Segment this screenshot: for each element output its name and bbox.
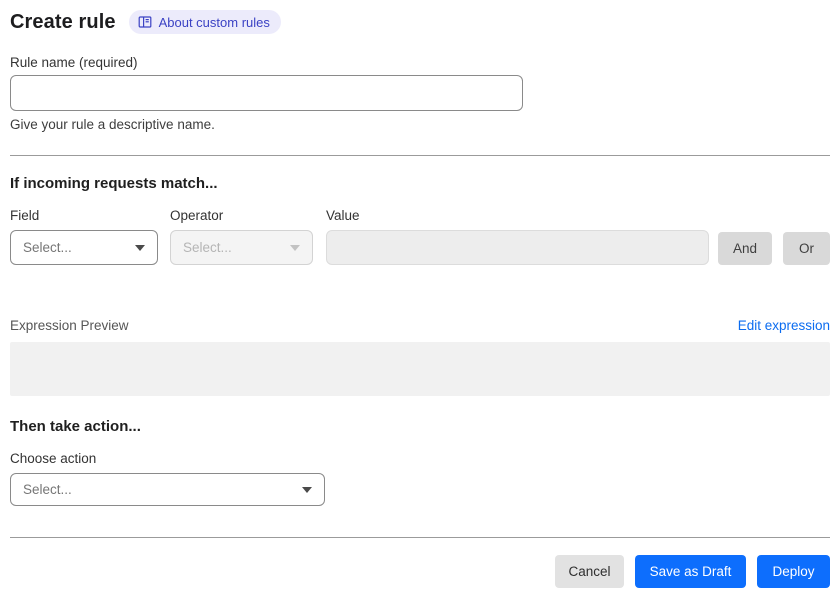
page-title: Create rule xyxy=(10,10,116,33)
match-section-heading: If incoming requests match... xyxy=(10,175,218,192)
section-divider-top xyxy=(10,155,830,156)
chevron-down-icon xyxy=(135,244,145,251)
expression-preview-box xyxy=(10,342,830,396)
choose-action-select-value: Select... xyxy=(23,482,72,497)
deploy-button[interactable]: Deploy xyxy=(757,555,830,588)
about-custom-rules-badge[interactable]: About custom rules xyxy=(128,10,281,34)
page-header: Create rule About custom rules xyxy=(10,10,830,34)
rule-name-help-text: Give your rule a descriptive name. xyxy=(10,117,215,132)
rule-name-label: Rule name (required) xyxy=(10,55,138,70)
value-label: Value xyxy=(326,208,360,223)
operator-select: Select... xyxy=(170,230,313,265)
rule-name-input[interactable] xyxy=(10,75,523,111)
edit-expression-link[interactable]: Edit expression xyxy=(738,318,830,333)
save-as-draft-button[interactable]: Save as Draft xyxy=(635,555,746,588)
or-button[interactable]: Or xyxy=(783,232,830,265)
operator-label: Operator xyxy=(170,208,224,223)
section-divider-bottom xyxy=(10,537,830,538)
value-column: Value xyxy=(326,208,709,265)
about-badge-label: About custom rules xyxy=(158,14,270,30)
and-button[interactable]: And xyxy=(718,232,772,265)
create-rule-page: Create rule About custom rules Rule name… xyxy=(0,0,839,588)
choose-action-label: Choose action xyxy=(10,451,97,466)
chevron-down-icon xyxy=(302,486,312,493)
field-select-value: Select... xyxy=(23,240,72,255)
operator-column: Operator Select... xyxy=(170,208,313,265)
field-select[interactable]: Select... xyxy=(10,230,158,265)
cancel-button[interactable]: Cancel xyxy=(555,555,624,588)
field-column: Field Select... xyxy=(10,208,158,265)
choose-action-select[interactable]: Select... xyxy=(10,473,325,506)
expression-preview-header: Expression Preview Edit expression xyxy=(10,318,830,333)
footer-actions: Cancel Save as Draft Deploy xyxy=(10,555,830,588)
field-label: Field xyxy=(10,208,40,223)
chevron-down-icon xyxy=(290,244,300,251)
book-icon xyxy=(138,15,152,29)
value-input xyxy=(326,230,709,265)
action-section-heading: Then take action... xyxy=(10,418,141,435)
expression-builder-row: Field Select... Operator Select... Value… xyxy=(10,208,830,265)
expression-preview-label: Expression Preview xyxy=(10,318,129,333)
operator-select-value: Select... xyxy=(183,240,232,255)
